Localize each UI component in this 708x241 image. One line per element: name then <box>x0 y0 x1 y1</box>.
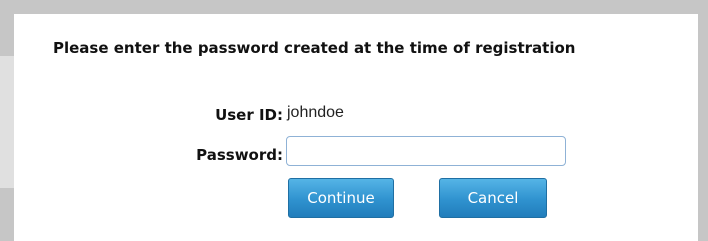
password-label: Password: <box>196 146 283 164</box>
login-panel: Please enter the password created at the… <box>14 14 698 241</box>
password-field[interactable] <box>286 136 566 166</box>
background-shade <box>0 56 14 188</box>
user-id-label: User ID: <box>215 106 283 124</box>
continue-button[interactable]: Continue <box>288 178 394 218</box>
cancel-button[interactable]: Cancel <box>439 178 547 218</box>
user-id-value: johndoe <box>287 104 344 121</box>
dialog-heading: Please enter the password created at the… <box>53 39 576 57</box>
